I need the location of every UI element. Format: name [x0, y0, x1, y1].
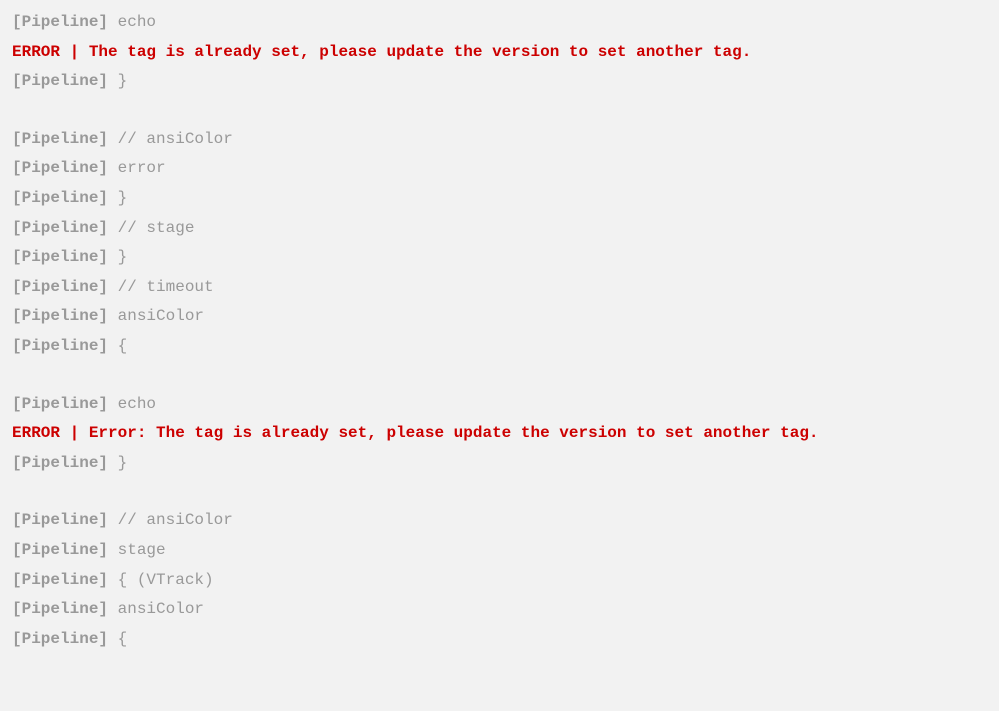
- pipeline-text: }: [108, 248, 127, 266]
- pipeline-line: [Pipeline] echo: [12, 8, 987, 38]
- pipeline-prefix: [Pipeline]: [12, 395, 108, 413]
- pipeline-line: [Pipeline] }: [12, 67, 987, 97]
- pipeline-prefix: [Pipeline]: [12, 72, 108, 90]
- pipeline-line: [Pipeline] // ansiColor: [12, 125, 987, 155]
- error-line: ERROR | The tag is already set, please u…: [12, 38, 987, 68]
- pipeline-prefix: [Pipeline]: [12, 13, 108, 31]
- error-line: ERROR | Error: The tag is already set, p…: [12, 419, 987, 449]
- pipeline-text: echo: [108, 395, 156, 413]
- pipeline-text: // ansiColor: [108, 511, 233, 529]
- blank-line: [12, 97, 987, 125]
- error-text: ERROR | The tag is already set, please u…: [12, 43, 751, 61]
- blank-line: [12, 362, 987, 390]
- pipeline-line: [Pipeline] echo: [12, 390, 987, 420]
- pipeline-prefix: [Pipeline]: [12, 541, 108, 559]
- pipeline-line: [Pipeline] // ansiColor: [12, 506, 987, 536]
- pipeline-text: stage: [108, 541, 166, 559]
- pipeline-line: [Pipeline] {: [12, 332, 987, 362]
- pipeline-prefix: [Pipeline]: [12, 219, 108, 237]
- pipeline-line: [Pipeline] }: [12, 184, 987, 214]
- pipeline-line: [Pipeline] ansiColor: [12, 302, 987, 332]
- pipeline-line: [Pipeline] // stage: [12, 214, 987, 244]
- pipeline-prefix: [Pipeline]: [12, 511, 108, 529]
- pipeline-line: [Pipeline] {: [12, 625, 987, 655]
- pipeline-text: { (VTrack): [108, 571, 214, 589]
- pipeline-line: [Pipeline] // timeout: [12, 273, 987, 303]
- pipeline-prefix: [Pipeline]: [12, 159, 108, 177]
- pipeline-text: // timeout: [108, 278, 214, 296]
- pipeline-text: error: [108, 159, 166, 177]
- pipeline-line: [Pipeline] error: [12, 154, 987, 184]
- pipeline-text: // stage: [108, 219, 194, 237]
- pipeline-text: ansiColor: [108, 600, 204, 618]
- pipeline-prefix: [Pipeline]: [12, 630, 108, 648]
- pipeline-prefix: [Pipeline]: [12, 600, 108, 618]
- pipeline-line: [Pipeline] stage: [12, 536, 987, 566]
- error-text: ERROR | Error: The tag is already set, p…: [12, 424, 819, 442]
- pipeline-text: }: [108, 454, 127, 472]
- pipeline-line: [Pipeline] ansiColor: [12, 595, 987, 625]
- pipeline-text: echo: [108, 13, 156, 31]
- pipeline-prefix: [Pipeline]: [12, 571, 108, 589]
- pipeline-line: [Pipeline] }: [12, 449, 987, 479]
- pipeline-text: }: [108, 72, 127, 90]
- blank-line: [12, 478, 987, 506]
- pipeline-prefix: [Pipeline]: [12, 337, 108, 355]
- pipeline-prefix: [Pipeline]: [12, 454, 108, 472]
- pipeline-line: [Pipeline] { (VTrack): [12, 566, 987, 596]
- pipeline-text: // ansiColor: [108, 130, 233, 148]
- pipeline-prefix: [Pipeline]: [12, 189, 108, 207]
- pipeline-text: }: [108, 189, 127, 207]
- pipeline-text: {: [108, 630, 127, 648]
- console-log: [Pipeline] echo ERROR | The tag is alread…: [12, 8, 987, 654]
- pipeline-text: {: [108, 337, 127, 355]
- pipeline-text: ansiColor: [108, 307, 204, 325]
- pipeline-line: [Pipeline] }: [12, 243, 987, 273]
- pipeline-prefix: [Pipeline]: [12, 130, 108, 148]
- pipeline-prefix: [Pipeline]: [12, 248, 108, 266]
- pipeline-prefix: [Pipeline]: [12, 278, 108, 296]
- pipeline-prefix: [Pipeline]: [12, 307, 108, 325]
